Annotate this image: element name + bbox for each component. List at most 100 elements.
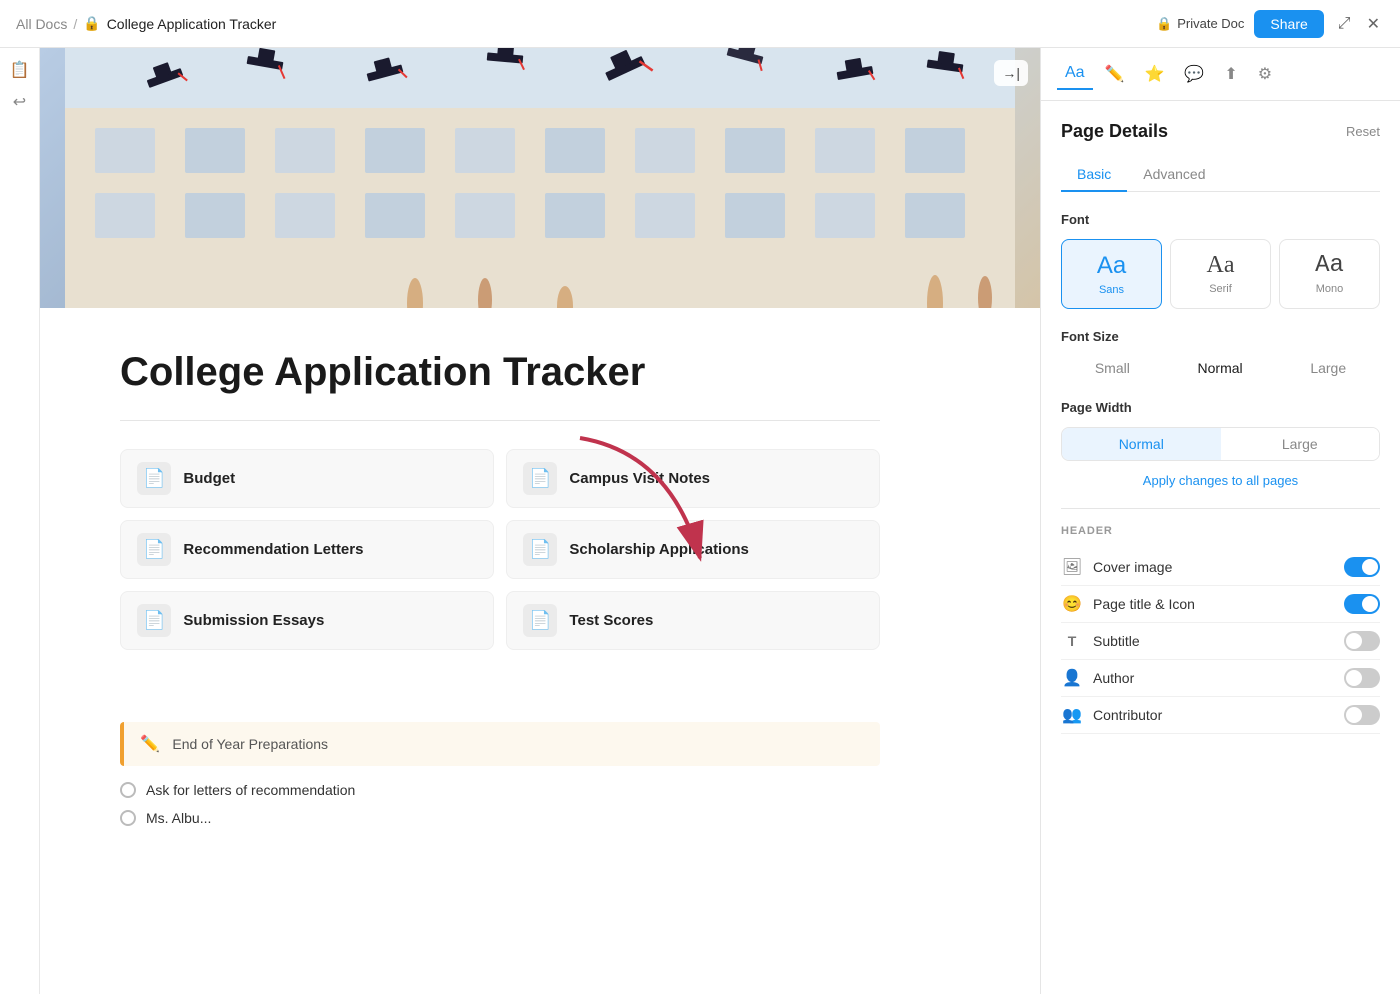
private-doc-label: Private Doc	[1177, 16, 1244, 31]
page-width-normal[interactable]: Normal	[1062, 428, 1221, 460]
expand-topbar-button[interactable]: ⤢	[1334, 11, 1355, 37]
breadcrumb: All Docs / 🔒 College Application Tracker	[16, 15, 276, 32]
toggle-left-cover: 🖼 Cover image	[1061, 557, 1172, 577]
font-size-large[interactable]: Large	[1298, 356, 1358, 380]
contributor-toggle[interactable]	[1344, 705, 1380, 725]
toggle-row-page-title: 😊 Page title & Icon	[1061, 586, 1380, 623]
tab-basic[interactable]: Basic	[1061, 158, 1127, 192]
toggle-left-author: 👤 Author	[1061, 668, 1134, 688]
toggle-left-subtitle: T Subtitle	[1061, 633, 1140, 649]
link-label-essays: Submission Essays	[183, 612, 324, 629]
page-width-label: Page Width	[1061, 400, 1380, 415]
link-label-scores: Test Scores	[569, 612, 653, 629]
cover-image-label: Cover image	[1093, 559, 1172, 575]
panel-tool-share[interactable]: ⬆	[1216, 58, 1245, 90]
share-button[interactable]: Share	[1254, 10, 1323, 38]
panel-section-header: Page Details Reset	[1061, 121, 1380, 142]
font-size-options: Small Normal Large	[1061, 356, 1380, 380]
doc-type-icon: 🔒	[83, 15, 100, 32]
task-item: Ms. Albu...	[120, 810, 880, 826]
left-sidebar: 📋 ↩	[0, 48, 40, 994]
sidebar-icon-page[interactable]: 📋	[10, 60, 30, 80]
font-size-normal[interactable]: Normal	[1186, 356, 1255, 380]
doc-title: College Application Tracker	[120, 348, 880, 396]
font-option-sans[interactable]: Aa Sans	[1061, 239, 1162, 309]
page-title-icon: 😊	[1061, 594, 1083, 614]
header-section-label: HEADER	[1061, 525, 1380, 537]
panel-content: Page Details Reset Basic Advanced Font A…	[1041, 101, 1400, 994]
link-label-budget: Budget	[183, 470, 235, 487]
list-item[interactable]: 📄 Campus Visit Notes	[506, 449, 880, 508]
note-icon: ✏️	[140, 736, 160, 753]
font-size-small[interactable]: Small	[1083, 356, 1142, 380]
reset-button[interactable]: Reset	[1346, 124, 1380, 139]
note-block: ✏️ End of Year Preparations	[120, 722, 880, 766]
content-area: →| College Application Tracker 📄 Budget …	[40, 48, 1040, 994]
tab-advanced[interactable]: Advanced	[1127, 158, 1221, 192]
task-label-1: Ask for letters of recommendation	[146, 782, 355, 798]
title-divider	[120, 420, 880, 421]
panel-tool-edit[interactable]: ✏️	[1097, 58, 1133, 90]
subtitle-icon: T	[1061, 633, 1083, 649]
list-item[interactable]: 📄 Recommendation Letters	[120, 520, 494, 579]
doc-title-breadcrumb: College Application Tracker	[107, 16, 277, 32]
link-icon-rec: 📄	[137, 533, 171, 566]
font-aa-mono: Aa	[1315, 252, 1344, 279]
right-panel: Aa ✏️ ⭐ 💬 ⬆ ⚙ Page Details Reset Basic A…	[1040, 48, 1400, 994]
subtitle-label: Subtitle	[1093, 633, 1140, 649]
panel-tabs: Basic Advanced	[1061, 158, 1380, 192]
panel-tool-text[interactable]: Aa	[1057, 58, 1093, 90]
task-radio-2[interactable]	[120, 810, 136, 826]
note-text: End of Year Preparations	[172, 736, 328, 752]
page-width-large[interactable]: Large	[1221, 428, 1380, 460]
toggle-row-author: 👤 Author	[1061, 660, 1380, 697]
expand-cover-button[interactable]: →|	[994, 60, 1028, 86]
close-topbar-button[interactable]: ✕	[1363, 10, 1384, 38]
sidebar-icon-history[interactable]: ↩	[13, 92, 26, 112]
topbar-right: 🔒 Private Doc Share ⤢ ✕	[1156, 10, 1384, 38]
contributor-icon: 👥	[1061, 705, 1083, 725]
toggle-row-contributor: 👥 Contributor	[1061, 697, 1380, 734]
font-section-label: Font	[1061, 212, 1380, 227]
link-icon-campus: 📄	[523, 462, 557, 495]
author-toggle[interactable]	[1344, 668, 1380, 688]
link-label-scholarship: Scholarship Applications	[569, 541, 748, 558]
cover-image-toggle[interactable]	[1344, 557, 1380, 577]
author-label: Author	[1093, 670, 1134, 686]
page-width-options: Normal Large	[1061, 427, 1380, 461]
font-option-mono[interactable]: Aa Mono	[1279, 239, 1380, 309]
link-label-campus: Campus Visit Notes	[569, 470, 710, 487]
page-title-toggle[interactable]	[1344, 594, 1380, 614]
links-grid: 📄 Budget 📄 Campus Visit Notes 📄 Recommen…	[120, 449, 880, 650]
task-item: Ask for letters of recommendation	[120, 782, 880, 798]
list-item[interactable]: 📄 Budget	[120, 449, 494, 508]
list-item[interactable]: 📄 Submission Essays	[120, 591, 494, 650]
font-name-mono: Mono	[1316, 283, 1344, 295]
page-title-label: Page title & Icon	[1093, 596, 1195, 612]
contributor-label: Contributor	[1093, 707, 1162, 723]
font-aa-sans: Aa	[1097, 252, 1126, 280]
link-icon-essays: 📄	[137, 604, 171, 637]
task-radio-1[interactable]	[120, 782, 136, 798]
list-item[interactable]: 📄 Scholarship Applications	[506, 520, 880, 579]
topbar-actions: ⤢ ✕	[1334, 10, 1384, 38]
list-item[interactable]: 📄 Test Scores	[506, 591, 880, 650]
topbar: All Docs / 🔒 College Application Tracker…	[0, 0, 1400, 48]
subtitle-toggle[interactable]	[1344, 631, 1380, 651]
font-name-sans: Sans	[1099, 284, 1124, 296]
private-doc-indicator: 🔒 Private Doc	[1156, 16, 1244, 32]
font-aa-serif: Aa	[1207, 252, 1235, 279]
font-option-serif[interactable]: Aa Serif	[1170, 239, 1271, 309]
all-docs-link[interactable]: All Docs	[16, 16, 67, 32]
apply-changes-link[interactable]: Apply changes to all pages	[1061, 473, 1380, 488]
link-icon-budget: 📄	[137, 462, 171, 495]
panel-toolbar: Aa ✏️ ⭐ 💬 ⬆ ⚙	[1041, 48, 1400, 101]
panel-tool-comment[interactable]: 💬	[1176, 58, 1212, 90]
toggle-row-cover: 🖼 Cover image	[1061, 549, 1380, 586]
font-options: Aa Sans Aa Serif Aa Mono	[1061, 239, 1380, 309]
panel-tool-settings[interactable]: ⚙	[1250, 58, 1280, 90]
breadcrumb-separator: /	[73, 16, 77, 32]
toggle-row-subtitle: T Subtitle	[1061, 623, 1380, 660]
panel-tool-star[interactable]: ⭐	[1137, 58, 1173, 90]
cover-image: →|	[40, 48, 1040, 308]
